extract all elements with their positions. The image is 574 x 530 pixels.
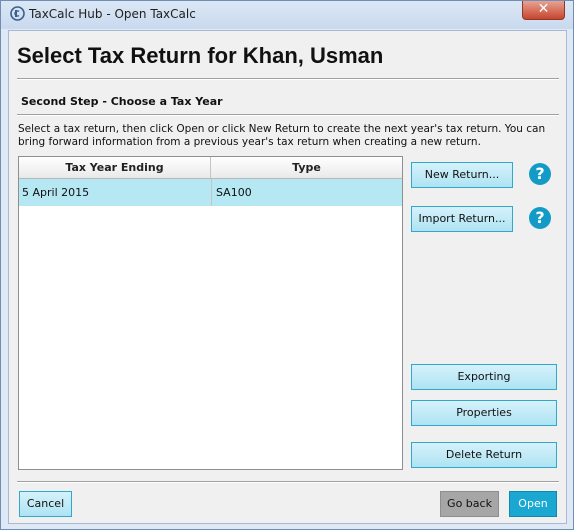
delete-return-button[interactable]: Delete Return — [411, 442, 557, 468]
dialog-window: TaxCalc Hub - Open TaxCalc ✕ Select Tax … — [0, 0, 574, 530]
import-return-button[interactable]: Import Return... — [411, 206, 513, 232]
title-bar[interactable]: TaxCalc Hub - Open TaxCalc ✕ — [1, 1, 573, 29]
cancel-button[interactable]: Cancel — [19, 491, 72, 517]
column-header-tax-year-ending[interactable]: Tax Year Ending — [19, 157, 211, 178]
dialog-content: Select Tax Return for Khan, Usman Second… — [8, 30, 567, 524]
taxcalc-logo-icon — [10, 6, 25, 21]
close-icon: ✕ — [537, 1, 550, 17]
table-header: Tax Year Ending Type — [19, 157, 402, 179]
divider-highlight — [17, 482, 559, 483]
exporting-button[interactable]: Exporting — [411, 364, 557, 390]
window-title: TaxCalc Hub - Open TaxCalc — [29, 7, 196, 21]
column-header-type[interactable]: Type — [211, 157, 402, 178]
open-button[interactable]: Open — [509, 491, 557, 517]
new-return-button[interactable]: New Return... — [411, 162, 513, 188]
instructions-text: Select a tax return, then click Open or … — [18, 123, 546, 148]
page-title: Select Tax Return for Khan, Usman — [17, 43, 384, 68]
table-row[interactable]: 5 April 2015 SA100 — [19, 179, 402, 206]
cell-tax-year-ending: 5 April 2015 — [22, 186, 90, 199]
divider-highlight — [17, 115, 559, 116]
tax-returns-table[interactable]: Tax Year Ending Type 5 April 2015 SA100 — [18, 156, 403, 470]
properties-button[interactable]: Properties — [411, 400, 557, 426]
divider-highlight — [17, 79, 559, 80]
window-close-button[interactable]: ✕ — [522, 1, 565, 20]
step-title: Second Step - Choose a Tax Year — [21, 95, 223, 108]
help-icon[interactable]: ? — [529, 163, 551, 185]
column-separator — [211, 179, 212, 206]
help-icon[interactable]: ? — [529, 207, 551, 229]
cell-type: SA100 — [216, 186, 252, 199]
go-back-button[interactable]: Go back — [440, 491, 499, 517]
